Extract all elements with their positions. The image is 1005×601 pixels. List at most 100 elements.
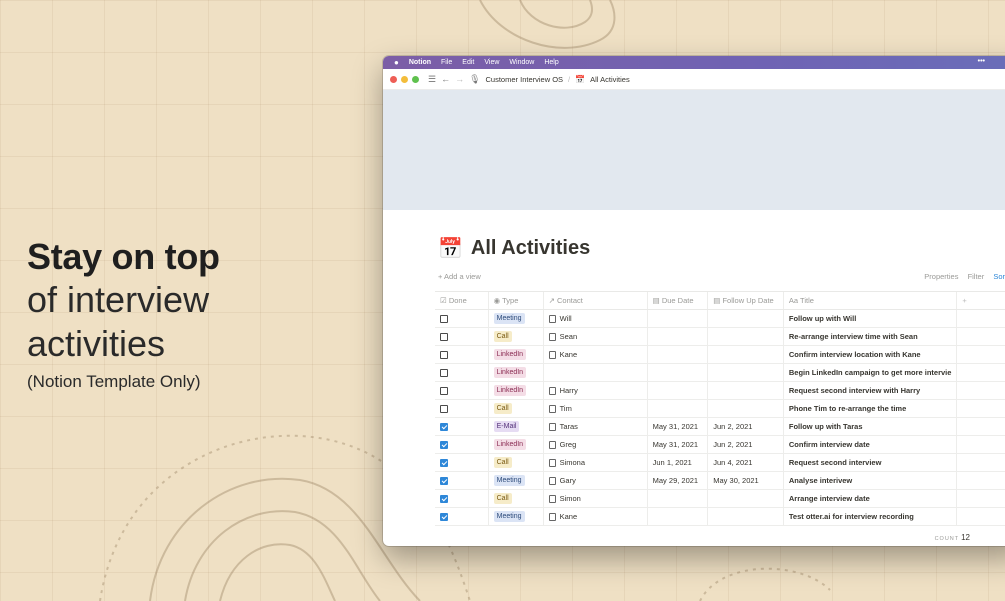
contact-name[interactable]: Simona xyxy=(560,458,585,467)
contact-name[interactable]: Gary xyxy=(560,476,576,485)
title-cell[interactable]: Analyse interivew xyxy=(782,471,957,490)
table-row[interactable]: Meeting Will Follow up with Will xyxy=(435,309,1005,328)
table-row[interactable]: LinkedIn Begin LinkedIn campaign to get m… xyxy=(435,363,1005,382)
done-checkbox[interactable] xyxy=(440,351,448,359)
type-cell[interactable]: Call xyxy=(487,399,544,418)
contact-cell[interactable]: Sean xyxy=(542,327,648,346)
menu-app-notion[interactable]: Notion xyxy=(409,59,431,66)
title-cell[interactable]: Follow up with Will xyxy=(782,309,957,328)
title-cell[interactable]: Arrange interview date xyxy=(782,489,957,508)
done-checkbox[interactable] xyxy=(440,405,448,413)
close-traffic-light[interactable] xyxy=(390,75,397,83)
type-cell[interactable]: Call xyxy=(487,327,544,346)
done-checkbox[interactable] xyxy=(440,459,448,467)
contact-cell[interactable]: Tim xyxy=(542,399,648,418)
contact-cell[interactable] xyxy=(542,363,648,382)
done-checkbox[interactable] xyxy=(440,423,448,431)
contact-cell[interactable]: Kane xyxy=(542,345,648,364)
zoom-traffic-light[interactable] xyxy=(412,75,419,83)
properties-button[interactable]: Properties xyxy=(924,272,958,281)
follow-up-date-cell[interactable] xyxy=(707,345,784,364)
contact-name[interactable]: Harry xyxy=(560,386,578,395)
contact-name[interactable]: Simon xyxy=(560,494,581,503)
breadcrumb-page[interactable]: All Activities xyxy=(590,75,630,84)
done-checkbox[interactable] xyxy=(440,387,448,395)
follow-up-date-cell[interactable] xyxy=(707,309,784,328)
contact-cell[interactable]: Simon xyxy=(542,489,648,508)
due-date-cell[interactable] xyxy=(646,489,708,508)
contact-cell[interactable]: Greg xyxy=(542,435,648,454)
table-row[interactable]: Call Simon Arrange interview date xyxy=(435,489,1005,508)
apple-icon[interactable]: ● xyxy=(394,58,399,67)
header-done[interactable]: ☑ Done xyxy=(435,291,489,310)
contact-cell[interactable]: Taras xyxy=(542,417,648,436)
add-column-button[interactable]: + xyxy=(956,291,1005,310)
table-row[interactable]: E-Mail Taras May 31, 2021 Jun 2, 2021 Follow… xyxy=(435,417,1005,436)
contact-cell[interactable]: Gary xyxy=(542,471,648,490)
contact-cell[interactable]: Simona xyxy=(542,453,648,472)
follow-up-date-cell[interactable] xyxy=(707,363,784,382)
title-cell[interactable]: Begin LinkedIn campaign to get more inte… xyxy=(782,363,957,382)
contact-name[interactable]: Kane xyxy=(560,512,578,521)
menu-help[interactable]: Help xyxy=(544,59,558,66)
done-checkbox[interactable] xyxy=(440,333,448,341)
table-row[interactable]: Meeting Gary May 29, 2021 May 30, 2021 Analy… xyxy=(435,471,1005,490)
contact-name[interactable]: Taras xyxy=(560,422,578,431)
due-date-cell[interactable]: May 31, 2021 xyxy=(646,417,708,436)
title-cell[interactable]: Request second interview xyxy=(782,453,957,472)
header-contact[interactable]: ↗ Contact xyxy=(542,291,648,310)
due-date-cell[interactable]: Jun 1, 2021 xyxy=(646,453,708,472)
header-title[interactable]: Aa Title xyxy=(782,291,957,310)
follow-up-date-cell[interactable] xyxy=(707,381,784,400)
contact-name[interactable]: Kane xyxy=(560,350,578,359)
contact-cell[interactable]: Harry xyxy=(542,381,648,400)
follow-up-date-cell[interactable]: Jun 2, 2021 xyxy=(707,417,784,436)
menu-file[interactable]: File xyxy=(441,59,452,66)
follow-up-date-cell[interactable]: May 30, 2021 xyxy=(707,471,784,490)
menu-window[interactable]: Window xyxy=(509,59,534,66)
sort-button[interactable]: Sor xyxy=(993,272,1005,281)
menu-view[interactable]: View xyxy=(484,59,499,66)
due-date-cell[interactable] xyxy=(646,327,708,346)
contact-cell[interactable]: Will xyxy=(542,309,648,328)
due-date-cell[interactable]: May 31, 2021 xyxy=(646,435,708,454)
title-cell[interactable]: Confirm interview date xyxy=(782,435,957,454)
type-cell[interactable]: Meeting xyxy=(487,507,544,526)
type-cell[interactable]: LinkedIn xyxy=(487,345,544,364)
done-checkbox[interactable] xyxy=(440,477,448,485)
title-cell[interactable]: Phone Tim to re-arrange the time xyxy=(782,399,957,418)
table-row[interactable]: Call Tim Phone Tim to re-arrange the time xyxy=(435,399,1005,418)
add-view-button[interactable]: + Add a view xyxy=(438,272,481,281)
table-row[interactable]: Call Sean Re-arrange interview time with S… xyxy=(435,327,1005,346)
due-date-cell[interactable]: May 29, 2021 xyxy=(646,471,708,490)
contact-name[interactable]: Sean xyxy=(560,332,578,341)
table-row[interactable]: Call Simona Jun 1, 2021 Jun 4, 2021 Request … xyxy=(435,453,1005,472)
filter-button[interactable]: Filter xyxy=(968,272,985,281)
type-cell[interactable]: LinkedIn xyxy=(487,363,544,382)
contact-cell[interactable]: Kane xyxy=(542,507,648,526)
header-follow-up-date[interactable]: ▤ Follow Up Date xyxy=(707,291,784,310)
title-cell[interactable]: Re-arrange interview time with Sean xyxy=(782,327,957,346)
follow-up-date-cell[interactable]: Jun 4, 2021 xyxy=(707,453,784,472)
due-date-cell[interactable] xyxy=(646,309,708,328)
title-cell[interactable]: Follow up with Taras xyxy=(782,417,957,436)
due-date-cell[interactable] xyxy=(646,345,708,364)
done-checkbox[interactable] xyxy=(440,495,448,503)
contact-name[interactable]: Greg xyxy=(560,440,577,449)
follow-up-date-cell[interactable] xyxy=(707,399,784,418)
title-cell[interactable]: Request second interview with Harry xyxy=(782,381,957,400)
due-date-cell[interactable] xyxy=(646,363,708,382)
breadcrumb-workspace[interactable]: Customer Interview OS xyxy=(486,75,564,84)
contact-name[interactable]: Tim xyxy=(560,404,572,413)
table-row[interactable]: Meeting Kane Test otter.ai for interview r… xyxy=(435,507,1005,526)
sidebar-toggle-icon[interactable]: ☰ xyxy=(428,74,436,85)
type-cell[interactable]: LinkedIn xyxy=(487,381,544,400)
table-row[interactable]: LinkedIn Harry Request second interview wi… xyxy=(435,381,1005,400)
follow-up-date-cell[interactable]: Jun 2, 2021 xyxy=(707,435,784,454)
follow-up-date-cell[interactable] xyxy=(707,489,784,508)
follow-up-date-cell[interactable] xyxy=(707,327,784,346)
type-cell[interactable]: E-Mail xyxy=(487,417,544,436)
menu-edit[interactable]: Edit xyxy=(462,59,474,66)
menubar-more-icon[interactable]: ••• xyxy=(978,58,985,65)
done-checkbox[interactable] xyxy=(440,441,448,449)
